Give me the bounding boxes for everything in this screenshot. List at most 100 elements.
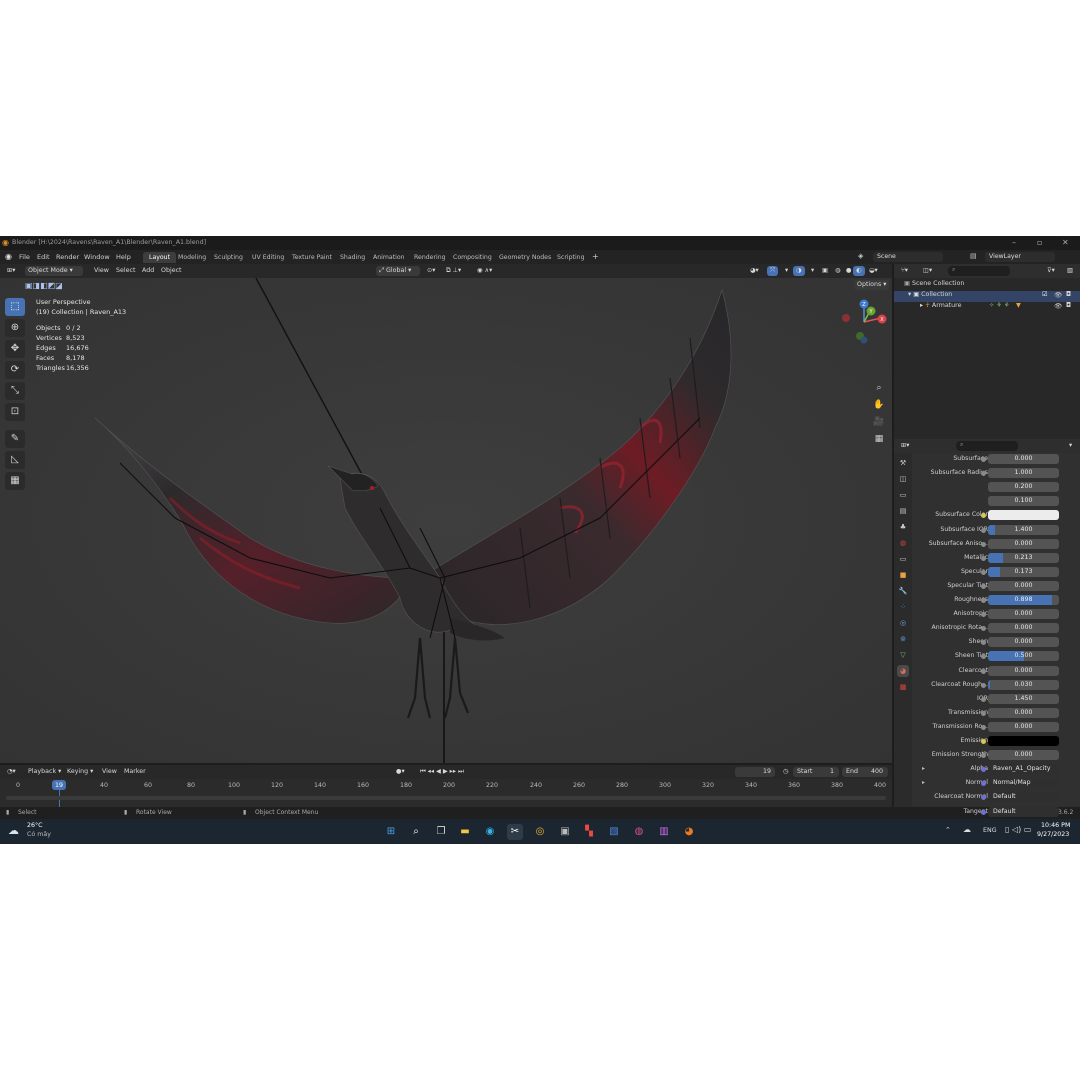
weather-cloud-icon[interactable]: ☁ (8, 824, 19, 837)
clock-time[interactable]: 10:46 PM (1041, 822, 1070, 829)
blender-taskbar-icon[interactable]: ◕ (681, 824, 697, 840)
property-slider[interactable]: 1.400 (988, 524, 1059, 535)
property-slider[interactable]: 0.213 (988, 552, 1059, 563)
tab-rendering[interactable]: Rendering (408, 252, 452, 263)
material-tab-icon[interactable]: ◕ (897, 665, 909, 677)
new-collection-icon[interactable]: ▧ (1064, 266, 1076, 276)
app-icon-substance[interactable]: ▥ (656, 824, 672, 840)
tray-overflow-icon[interactable]: ⌃ (945, 826, 951, 834)
language-indicator[interactable]: ENG (983, 827, 997, 834)
property-slider[interactable]: 1.450 (988, 693, 1059, 704)
render-tab-icon[interactable]: ◫ (897, 473, 909, 485)
collection-checkbox-icon[interactable]: ☑ (1042, 291, 1048, 298)
menu-render[interactable]: Render (56, 253, 79, 261)
property-slider[interactable]: 0.030 (988, 679, 1059, 690)
timeline-editor-icon[interactable]: ◔▾ (4, 767, 19, 777)
view-layer-tab-icon[interactable]: ▤ (897, 505, 909, 517)
transform-orientation[interactable]: ⤢ Global ▾ (376, 266, 420, 276)
tool-tab-icon[interactable]: ⚒ (897, 457, 909, 469)
close-icon[interactable]: ✕ (1062, 238, 1069, 247)
view-layer-icon[interactable]: ▤ (970, 252, 977, 260)
socket-dot-icon[interactable] (981, 724, 986, 730)
color-swatch[interactable] (988, 736, 1059, 746)
material-preview-shading-icon[interactable]: ◐ (853, 266, 865, 276)
clock-icon[interactable]: ◷ (780, 767, 792, 777)
menu-select[interactable]: Select (113, 266, 138, 276)
menu-edit[interactable]: Edit (37, 253, 50, 261)
socket-dot-icon[interactable] (981, 682, 986, 688)
add-workspace-icon[interactable]: + (592, 252, 599, 261)
current-frame-field[interactable]: 19 (735, 767, 775, 777)
tab-sculpting[interactable]: Sculpting (208, 252, 249, 263)
property-slider[interactable]: 0.000 (988, 721, 1059, 732)
view-layer-selector[interactable]: ViewLayer (985, 252, 1055, 262)
tab-scripting[interactable]: Scripting (551, 252, 591, 263)
properties-search-input[interactable]: ⌕ (956, 441, 1018, 451)
app-icon-reader[interactable]: ▧ (606, 824, 622, 840)
property-slider[interactable]: 0.000 (988, 665, 1059, 676)
tab-modeling[interactable]: Modeling (172, 252, 212, 263)
outliner-scene-collection[interactable]: ▣ Scene Collection (904, 280, 964, 291)
socket-dot-icon[interactable] (981, 809, 986, 815)
overlay-toggle-icon[interactable]: ◑ (793, 266, 805, 276)
raven-model[interactable] (0, 278, 892, 763)
wireframe-shading-icon[interactable]: ◍ (832, 266, 844, 276)
menu-view[interactable]: View (91, 266, 112, 276)
property-slider[interactable]: 0.173 (988, 566, 1059, 577)
expand-arrow-icon[interactable]: ▾ (908, 291, 911, 298)
edge-browser-icon[interactable]: ◉ (482, 824, 498, 840)
socket-dot-icon[interactable] (981, 457, 986, 462)
windows-start-icon[interactable]: ⊞ (383, 824, 399, 840)
eye-icon[interactable]: 👁 (1054, 302, 1062, 310)
property-slider[interactable]: 0.000 (988, 609, 1059, 620)
record-icon[interactable]: ●▾ (393, 767, 408, 777)
properties-editor-icon[interactable]: ⊞▾ (898, 441, 912, 451)
constraints-tab-icon[interactable]: ⊚ (897, 633, 909, 645)
rendered-shading-icon[interactable]: ◒▾ (866, 266, 881, 276)
socket-dot-icon[interactable] (981, 598, 986, 603)
property-link-field[interactable]: Default (988, 806, 1059, 817)
outliner-search-input[interactable]: ⌕ (948, 266, 1010, 276)
snap-icon[interactable]: ⧉ ⊥▾ (443, 266, 464, 276)
collection-tab-icon[interactable]: ▭ (897, 553, 909, 565)
world-tab-icon[interactable]: ◍ (897, 537, 909, 549)
display-mode-icon[interactable]: ◫▾ (920, 266, 935, 276)
menu-playback[interactable]: Playback ▾ (25, 767, 64, 777)
task-view-icon[interactable]: ❐ (433, 824, 449, 840)
search-icon[interactable]: ⌕ (408, 824, 424, 840)
menu-marker[interactable]: Marker (121, 767, 149, 777)
mode-selector[interactable]: Object Mode ▾ (25, 266, 83, 276)
property-slider[interactable]: 0.000 (988, 538, 1059, 549)
tab-texture-paint[interactable]: Texture Paint (286, 252, 338, 263)
property-slider[interactable]: 0.000 (988, 580, 1059, 591)
tab-shading[interactable]: Shading (334, 252, 371, 263)
socket-dot-icon[interactable] (981, 541, 986, 547)
property-slider[interactable]: 0.000 (988, 623, 1059, 634)
blender-menu-icon[interactable]: ◉ (5, 252, 12, 261)
snipping-tool-icon[interactable]: ✂ (507, 824, 523, 840)
chrome-icon[interactable]: ◎ (532, 824, 548, 840)
outliner-armature[interactable]: ▸ ☥ Armature ✧ ⚘ ⚘ ▼ 👁 ◘ (920, 302, 1080, 313)
socket-dot-icon[interactable] (981, 583, 986, 589)
network-speaker-icons[interactable]: ▯ ◁) ▭ (1005, 825, 1031, 834)
start-frame-field[interactable]: Start 1 (793, 767, 839, 777)
color-swatch[interactable] (988, 510, 1059, 521)
object-tab-icon[interactable]: ■ (897, 569, 909, 581)
expand-arrow-icon[interactable]: ▸ (922, 765, 925, 772)
visibility-icon[interactable]: ◕▾ (747, 266, 762, 276)
menu-object[interactable]: Object (158, 266, 185, 276)
property-slider[interactable]: 0.898 (988, 595, 1059, 605)
data-tab-icon[interactable]: ▽ (897, 649, 909, 661)
scene-icon[interactable]: ◈ (858, 252, 863, 260)
minimize-icon[interactable]: – (1012, 238, 1016, 247)
pivot-icon[interactable]: ⊙▾ (424, 266, 438, 276)
gizmo-toggle-icon[interactable]: ⤧ (767, 266, 779, 276)
menu-add[interactable]: Add (139, 266, 157, 276)
filter-icon[interactable]: ⊽▾ (1044, 266, 1058, 276)
3d-viewport[interactable]: ▣◨◧◩◪ ⬚ ⊕ ✥ ⟳ ⤡ ⊡ ✎ ◺ ▦ User Perspective… (0, 278, 892, 763)
outliner-editor-icon[interactable]: ⑂▾ (898, 266, 911, 276)
property-slider[interactable]: 0.000 (988, 750, 1059, 761)
property-slider[interactable]: 1.000 (988, 468, 1059, 479)
gizmo-dropdown-icon[interactable]: ▾ (782, 266, 791, 276)
editor-type-icon[interactable]: ⊞▾ (4, 266, 18, 276)
